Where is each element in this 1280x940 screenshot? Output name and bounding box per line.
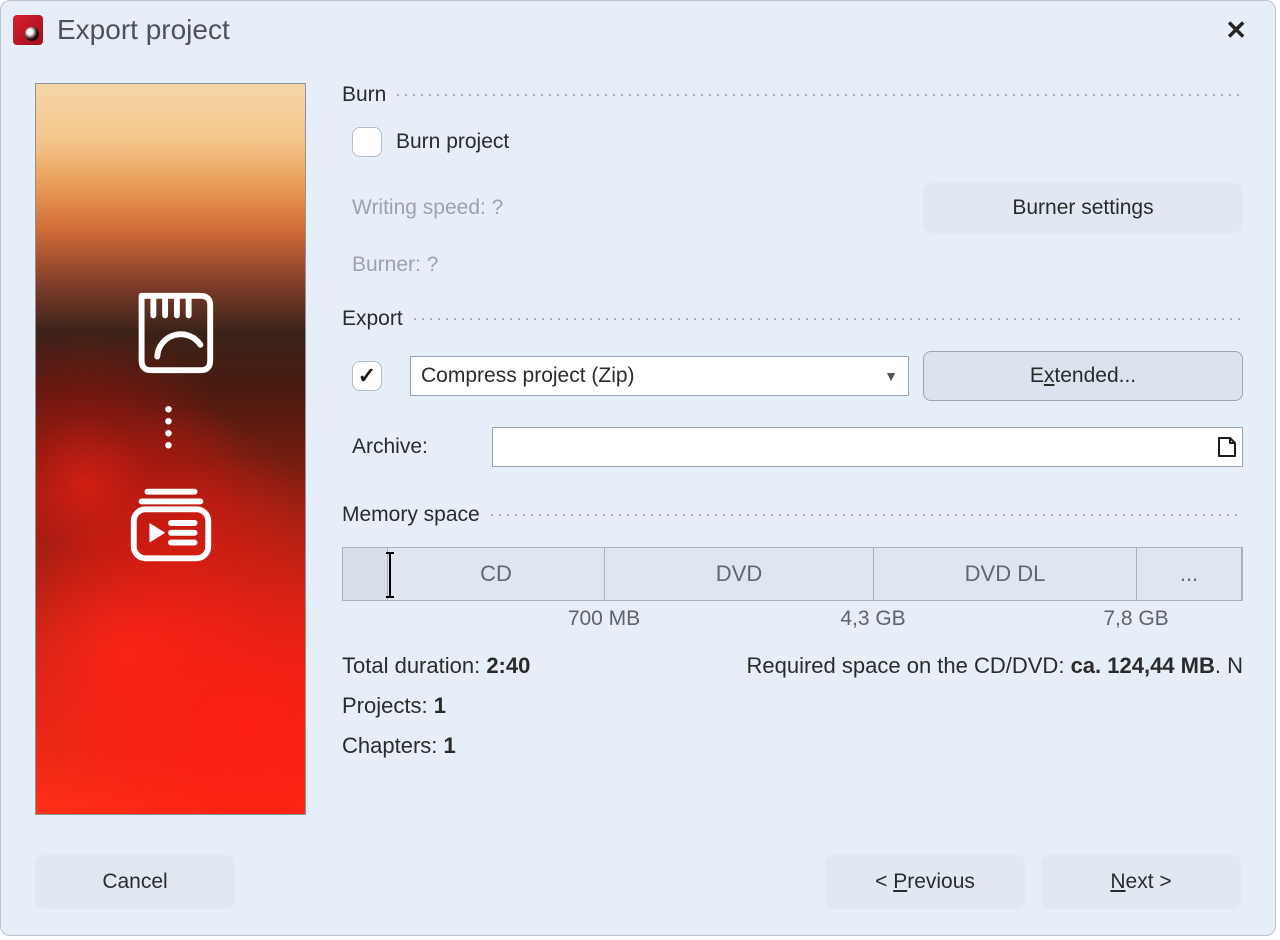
chapters-count: Chapters: 1 — [342, 733, 1243, 759]
burner-label: Burner: ? — [352, 253, 438, 276]
burner-settings-button[interactable]: Burner settings — [923, 183, 1243, 233]
close-icon[interactable]: ✕ — [1217, 11, 1255, 50]
section-export-header: Export — [342, 307, 1243, 331]
burn-project-checkbox[interactable] — [352, 127, 382, 157]
archive-input[interactable] — [493, 428, 1212, 466]
media-stack-icon — [122, 474, 220, 572]
section-memory-header: Memory space — [342, 503, 1243, 527]
titlebar: Export project ✕ — [1, 1, 1275, 59]
burn-project-label: Burn project — [396, 130, 509, 154]
projects-count: Projects: 1 — [342, 693, 1243, 719]
archive-label: Archive: — [352, 435, 428, 459]
sd-card-icon — [122, 284, 220, 382]
window-title: Export project — [57, 14, 1217, 46]
previous-button[interactable]: < Previous — [825, 855, 1025, 909]
export-project-dialog: Export project ✕ •••• — [0, 0, 1276, 936]
app-icon — [13, 15, 43, 45]
memory-used-segment — [343, 548, 388, 600]
memory-dvd-segment: DVD — [605, 548, 874, 600]
compress-format-select[interactable]: Compress project (Zip) ▼ — [410, 356, 909, 396]
extended-button[interactable]: Extended... — [923, 351, 1243, 401]
wizard-illustration: •••• — [35, 83, 306, 815]
memory-ticks: 700 MB 4,3 GB 7,8 GB — [342, 607, 1243, 637]
memory-rest-segment: ... — [1137, 548, 1242, 600]
dots-icon: •••• — [164, 404, 176, 452]
required-space: Required space on the CD/DVD: ca. 124,44… — [747, 653, 1244, 679]
chevron-down-icon: ▼ — [884, 368, 898, 384]
compress-checkbox[interactable] — [352, 361, 382, 391]
memory-space-bar: CD DVD DVD DL ... — [342, 547, 1243, 601]
browse-folder-icon[interactable] — [1212, 435, 1242, 459]
total-duration: Total duration: 2:40 Required space on t… — [342, 653, 1243, 679]
next-button[interactable]: Next > — [1041, 855, 1241, 909]
memory-dvddl-segment: DVD DL — [874, 548, 1137, 600]
section-burn-header: Burn — [342, 83, 1243, 107]
memory-cd-segment: CD — [388, 548, 605, 600]
cancel-button[interactable]: Cancel — [35, 855, 235, 909]
writing-speed-label: Writing speed: ? — [352, 196, 503, 220]
